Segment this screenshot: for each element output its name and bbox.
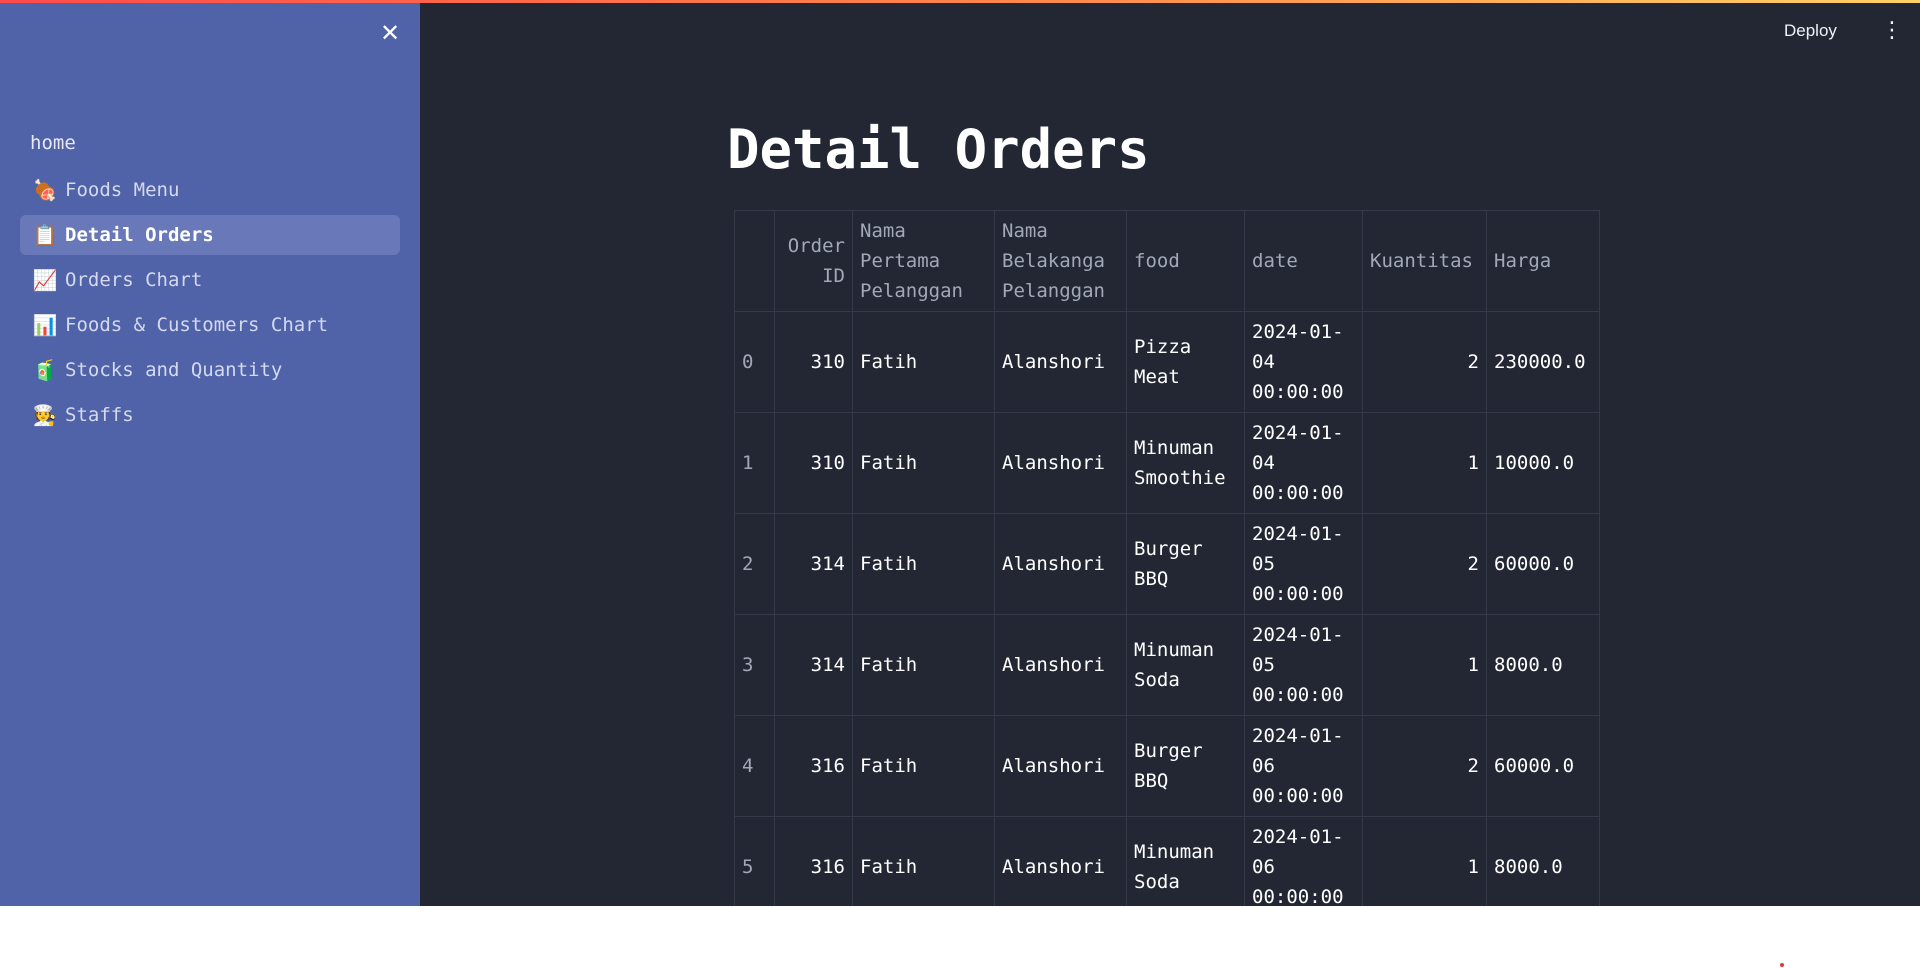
price-cell[interactable]: 10000.0 [1486, 412, 1600, 514]
deploy-button[interactable]: Deploy [1784, 16, 1837, 46]
quantity-cell[interactable]: 2 [1362, 715, 1487, 817]
first-name-cell[interactable]: Fatih [852, 816, 995, 906]
row-index-cell[interactable]: 4 [734, 715, 775, 817]
table-row: 4 316 Fatih Alanshori Burger BBQ 2024-01… [734, 715, 1600, 817]
sidebar-nav-list: 🍖 Foods Menu 📋 Detail Orders 📈 Orders Ch… [20, 170, 400, 440]
sidebar-item-label: Detail Orders [65, 224, 214, 246]
sidebar-item-label: Foods & Customers Chart [65, 314, 329, 336]
order-id-cell[interactable]: 316 [774, 715, 853, 817]
price-cell[interactable]: 230000.0 [1486, 311, 1600, 413]
date-cell[interactable]: 2024-01-04 00:00:00 [1244, 412, 1363, 514]
quantity-cell[interactable]: 1 [1362, 412, 1487, 514]
sidebar-item-foods-customers-chart[interactable]: 📊 Foods & Customers Chart [20, 305, 400, 345]
food-cell[interactable]: Minuman Soda [1126, 816, 1245, 906]
column-header-order-id[interactable]: Order ID [774, 210, 853, 312]
last-name-cell[interactable]: Alanshori [994, 614, 1127, 716]
last-name-cell[interactable]: Alanshori [994, 311, 1127, 413]
row-index-cell[interactable]: 1 [734, 412, 775, 514]
sidebar-item-label: Orders Chart [65, 269, 203, 291]
price-cell[interactable]: 60000.0 [1486, 513, 1600, 615]
more-menu-icon[interactable]: ⋮ [1880, 16, 1904, 46]
price-cell[interactable]: 60000.0 [1486, 715, 1600, 817]
quantity-cell[interactable]: 1 [1362, 614, 1487, 716]
sidebar-item-orders-chart[interactable]: 📈 Orders Chart [20, 260, 400, 300]
last-name-cell[interactable]: Alanshori [994, 412, 1127, 514]
sidebar-item-foods-menu[interactable]: 🍖 Foods Menu [20, 170, 400, 210]
food-cell[interactable]: Minuman Soda [1126, 614, 1245, 716]
first-name-cell[interactable]: Fatih [852, 715, 995, 817]
sidebar-item-label: Staffs [65, 404, 134, 426]
food-cell[interactable]: Burger BBQ [1126, 715, 1245, 817]
page-title: Detail Orders [727, 118, 1150, 181]
order-id-cell[interactable]: 316 [774, 816, 853, 906]
app-window: ✕ home 🍖 Foods Menu 📋 Detail Orders 📈 Or… [0, 0, 1920, 906]
order-id-cell[interactable]: 310 [774, 412, 853, 514]
table-row: 1 310 Fatih Alanshori Minuman Smoothie 2… [734, 412, 1600, 514]
column-header-quantity[interactable]: Kuantitas [1362, 210, 1487, 312]
sidebar-item-staffs[interactable]: 🧑‍🍳 Staffs [20, 395, 400, 435]
price-cell[interactable]: 8000.0 [1486, 816, 1600, 906]
column-header-index[interactable] [734, 210, 775, 312]
clipboard-icon: 📋 [32, 223, 58, 247]
date-cell[interactable]: 2024-01-05 00:00:00 [1244, 513, 1363, 615]
sidebar-home-link[interactable]: home [30, 132, 76, 154]
quantity-cell[interactable]: 2 [1362, 513, 1487, 615]
last-name-cell[interactable]: Alanshori [994, 715, 1127, 817]
order-id-cell[interactable]: 314 [774, 513, 853, 615]
status-dot [1780, 963, 1784, 967]
table-row: 5 316 Fatih Alanshori Minuman Soda 2024-… [734, 816, 1600, 906]
date-cell[interactable]: 2024-01-06 00:00:00 [1244, 816, 1363, 906]
column-header-food[interactable]: food [1126, 210, 1245, 312]
close-icon[interactable]: ✕ [375, 18, 405, 48]
first-name-cell[interactable]: Fatih [852, 614, 995, 716]
food-cell[interactable]: Pizza Meat [1126, 311, 1245, 413]
quantity-cell[interactable]: 2 [1362, 311, 1487, 413]
row-index-cell[interactable]: 0 [734, 311, 775, 413]
table-row: 0 310 Fatih Alanshori Pizza Meat 2024-01… [734, 311, 1600, 413]
sidebar-item-label: Stocks and Quantity [65, 359, 283, 381]
table-row: 3 314 Fatih Alanshori Minuman Soda 2024-… [734, 614, 1600, 716]
sidebar-item-detail-orders[interactable]: 📋 Detail Orders [20, 215, 400, 255]
last-name-cell[interactable]: Alanshori [994, 513, 1127, 615]
sidebar-item-label: Foods Menu [65, 179, 180, 201]
orders-table: Order ID Nama Pertama Pelanggan Nama Bel… [734, 210, 1600, 906]
last-name-cell[interactable]: Alanshori [994, 816, 1127, 906]
column-header-date[interactable]: date [1244, 210, 1363, 312]
date-cell[interactable]: 2024-01-05 00:00:00 [1244, 614, 1363, 716]
cook-icon: 🧑‍🍳 [32, 403, 58, 427]
table-header-row: Order ID Nama Pertama Pelanggan Nama Bel… [734, 210, 1600, 312]
row-index-cell[interactable]: 5 [734, 816, 775, 906]
top-decoration-bar [0, 0, 1920, 3]
data-table-container[interactable]: Order ID Nama Pertama Pelanggan Nama Bel… [734, 210, 1600, 906]
food-cell[interactable]: Burger BBQ [1126, 513, 1245, 615]
first-name-cell[interactable]: Fatih [852, 513, 995, 615]
date-cell[interactable]: 2024-01-04 00:00:00 [1244, 311, 1363, 413]
column-header-price[interactable]: Harga [1486, 210, 1600, 312]
column-header-first-name[interactable]: Nama Pertama Pelanggan [852, 210, 995, 312]
sidebar: ✕ home 🍖 Foods Menu 📋 Detail Orders 📈 Or… [0, 0, 420, 906]
price-cell[interactable]: 8000.0 [1486, 614, 1600, 716]
bar-chart-icon: 📊 [32, 313, 58, 337]
first-name-cell[interactable]: Fatih [852, 311, 995, 413]
chart-increasing-icon: 📈 [32, 268, 58, 292]
row-index-cell[interactable]: 2 [734, 513, 775, 615]
beverage-box-icon: 🧃 [32, 358, 58, 382]
column-header-last-name[interactable]: Nama Belakanga Pelanggan [994, 210, 1127, 312]
quantity-cell[interactable]: 1 [1362, 816, 1487, 906]
date-cell[interactable]: 2024-01-06 00:00:00 [1244, 715, 1363, 817]
order-id-cell[interactable]: 314 [774, 614, 853, 716]
meat-on-bone-icon: 🍖 [32, 178, 58, 202]
row-index-cell[interactable]: 3 [734, 614, 775, 716]
order-id-cell[interactable]: 310 [774, 311, 853, 413]
food-cell[interactable]: Minuman Smoothie [1126, 412, 1245, 514]
sidebar-item-stocks-quantity[interactable]: 🧃 Stocks and Quantity [20, 350, 400, 390]
table-row: 2 314 Fatih Alanshori Burger BBQ 2024-01… [734, 513, 1600, 615]
first-name-cell[interactable]: Fatih [852, 412, 995, 514]
